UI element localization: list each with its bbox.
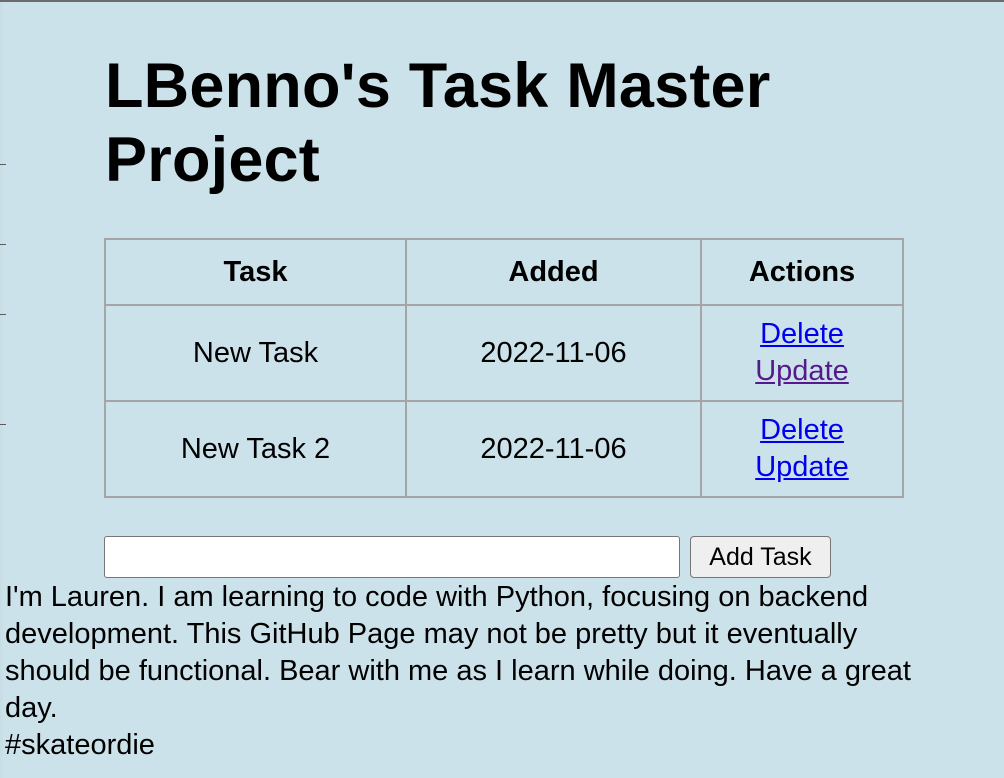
column-header-added: Added	[405, 238, 702, 306]
update-task-link[interactable]: Update	[702, 353, 902, 390]
about-line: I'm Lauren. I am learning to code with P…	[5, 581, 869, 613]
table-header-row: Task Added Actions	[104, 238, 904, 306]
task-name-cell: New Task 2	[104, 400, 407, 498]
about-line: should be functional. Bear with me as I …	[5, 655, 911, 687]
task-added-cell: 2022-11-06	[405, 304, 702, 402]
hashtag-text: #skateordie	[5, 729, 155, 761]
page-title: LBenno's Task Master Project	[105, 51, 771, 195]
task-content-input[interactable]	[104, 536, 680, 578]
delete-task-link[interactable]: Delete	[702, 412, 902, 449]
column-header-task: Task	[104, 238, 407, 306]
delete-task-link[interactable]: Delete	[702, 316, 902, 353]
task-added-cell: 2022-11-06	[405, 400, 702, 498]
table-row: New Task 2 2022-11-06 Delete Update	[104, 400, 904, 498]
table-row: New Task 2022-11-06 Delete Update	[104, 304, 904, 402]
task-actions-cell: Delete Update	[700, 400, 904, 498]
about-text: I'm Lauren. I am learning to code with P…	[5, 579, 1004, 764]
task-name-cell: New Task	[104, 304, 407, 402]
about-line: development. This GitHub Page may not be…	[5, 618, 858, 650]
add-task-button[interactable]: Add Task	[690, 536, 831, 578]
column-header-actions: Actions	[700, 238, 904, 306]
about-line: day.	[5, 692, 58, 724]
task-actions-cell: Delete Update	[700, 304, 904, 402]
update-task-link[interactable]: Update	[702, 449, 902, 486]
task-table: Task Added Actions New Task 2022-11-06 D…	[104, 238, 904, 498]
window-left-edge	[0, 2, 6, 778]
